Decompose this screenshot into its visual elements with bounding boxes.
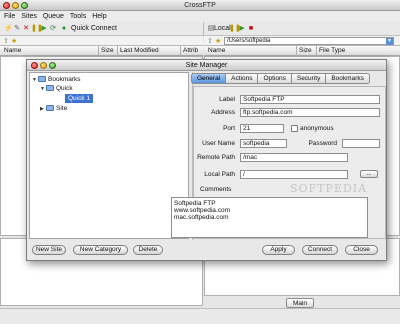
local-path-combo[interactable]: /Users/softpedia ▼ (224, 37, 394, 45)
local-pause-icon[interactable]: ❚❚ (229, 25, 241, 33)
status-bar (0, 308, 400, 324)
local-col-type[interactable]: File Type (316, 46, 345, 56)
address-field[interactable]: ftp.softpedia.com (240, 108, 380, 117)
main-title-bar: CrossFTP (0, 0, 400, 11)
local-col-size[interactable]: Size (296, 46, 312, 56)
connect-icon[interactable]: ⚡ (4, 25, 13, 33)
remote-path-label: Remote Path (197, 154, 235, 161)
folder-icon (38, 76, 46, 82)
close-button[interactable]: Close (345, 245, 378, 255)
tree-label-quick-1: Quick 1 (68, 95, 91, 102)
bookmark-tree[interactable]: ▼ Bookmarks ▼ Quick Quick 1 ▶ Site (29, 72, 189, 239)
menu-help[interactable]: Help (92, 13, 106, 20)
local-path-field[interactable]: / (240, 170, 348, 179)
remote-col-name[interactable]: Name (2, 46, 21, 56)
toolbar-divider (203, 22, 204, 36)
connect-button[interactable]: Connect (302, 245, 338, 255)
address-label: Address (211, 109, 235, 116)
label-label: Label (219, 96, 235, 103)
port-field[interactable]: 21 (240, 124, 284, 133)
tree-item-bookmarks[interactable]: ▼ Bookmarks (32, 75, 81, 84)
tree-label-quick: Quick (56, 85, 73, 92)
softpedia-watermark: SOFTPEDIA (290, 182, 368, 195)
menu-sites[interactable]: Sites (21, 13, 37, 20)
remote-column-header: Name Size Last Modified Attrib (0, 46, 203, 56)
app-title: CrossFTP (184, 2, 216, 9)
pause-icon[interactable]: ❚❚ (31, 25, 43, 33)
local-path-row: ⇧ ★ /Users/softpedia ▼ (204, 36, 400, 46)
local-path-value: /Users/softpedia (227, 38, 271, 44)
new-site-button[interactable]: New Site (32, 245, 66, 255)
local-stop-icon[interactable]: ■ (247, 25, 255, 33)
password-field[interactable] (342, 139, 380, 148)
main-tab[interactable]: Main (286, 298, 314, 308)
quick-connect-label[interactable]: Quick Connect (71, 25, 117, 32)
tab-security[interactable]: Security (291, 73, 327, 84)
tree-label-bookmarks: Bookmarks (48, 76, 81, 83)
remote-col-size[interactable]: Size (98, 46, 114, 56)
remote-col-attrib[interactable]: Attrib (180, 46, 198, 56)
site-tabs: General Actions Options Security Bookmar… (191, 73, 370, 84)
edit-icon[interactable]: ✎ (13, 25, 21, 33)
username-field[interactable]: softpedia (240, 139, 287, 148)
comments-textarea[interactable]: Softpedia FTP www.softpedia.com mac.soft… (171, 197, 368, 238)
remote-path-field[interactable]: /mac (240, 153, 348, 162)
browse-button[interactable]: ... (360, 170, 378, 178)
menu-bar: File Sites Queue Tools Help (0, 11, 400, 22)
main-toolbar: ⚡ ✎ ✕ ❚❚ ▶ ⟳ ● Quick Connect ▤ Local ❚❚ … (0, 22, 400, 36)
tab-options[interactable]: Options (258, 73, 292, 84)
tree-item-site[interactable]: ▶ Site (40, 104, 67, 113)
local-column-header: Name Size File Type (204, 46, 400, 56)
remote-path-row: ⇧ ★ (0, 36, 203, 46)
tree-label-site: Site (56, 105, 68, 112)
folder-icon (46, 85, 54, 91)
chevron-down-icon[interactable]: ▼ (386, 38, 393, 45)
disconnect-icon[interactable]: ✕ (22, 25, 30, 33)
tab-general[interactable]: General (191, 73, 227, 84)
quick-connect-icon[interactable]: ● (60, 25, 68, 33)
menu-tools[interactable]: Tools (70, 13, 86, 20)
local-col-name[interactable]: Name (206, 46, 225, 56)
port-label: Port (223, 125, 235, 132)
delete-button[interactable]: Delete (133, 245, 163, 255)
username-label: User Name (202, 140, 235, 147)
anonymous-checkbox[interactable] (291, 125, 298, 132)
tree-item-quick-1[interactable]: Quick 1 (65, 94, 94, 103)
local-path-label: Local Path (204, 171, 235, 178)
site-manager-title-bar: Site Manager (27, 60, 386, 71)
anonymous-label: anonymous (300, 125, 334, 132)
comments-label: Comments (200, 186, 232, 193)
play-icon[interactable]: ▶ (40, 25, 48, 33)
refresh-icon[interactable]: ⟳ (49, 25, 57, 33)
menu-file[interactable]: File (4, 13, 15, 20)
new-category-button[interactable]: New Category (73, 245, 128, 255)
menu-queue[interactable]: Queue (43, 13, 64, 20)
site-manager-title: Site Manager (185, 62, 228, 69)
local-up-icon[interactable]: ⇧ (207, 37, 213, 45)
tab-actions[interactable]: Actions (226, 73, 259, 84)
tab-bookmarks[interactable]: Bookmarks (326, 73, 370, 84)
remote-col-modified[interactable]: Last Modified (117, 46, 159, 56)
folder-icon (46, 105, 54, 111)
label-field[interactable]: Softpedia FTP (240, 95, 380, 104)
comment-line: mac.softpedia.com (174, 214, 229, 221)
comment-line: www.softpedia.com (174, 207, 230, 214)
comment-line: Softpedia FTP (174, 200, 216, 207)
password-label: Password (308, 140, 337, 147)
remote-up-icon[interactable]: ⇧ (3, 37, 9, 45)
apply-button[interactable]: Apply (262, 245, 295, 255)
local-home-icon[interactable]: ★ (215, 37, 221, 45)
tree-item-quick[interactable]: ▼ Quick (40, 84, 73, 93)
remote-home-icon[interactable]: ★ (11, 37, 17, 45)
local-play-icon[interactable]: ▶ (238, 25, 246, 33)
